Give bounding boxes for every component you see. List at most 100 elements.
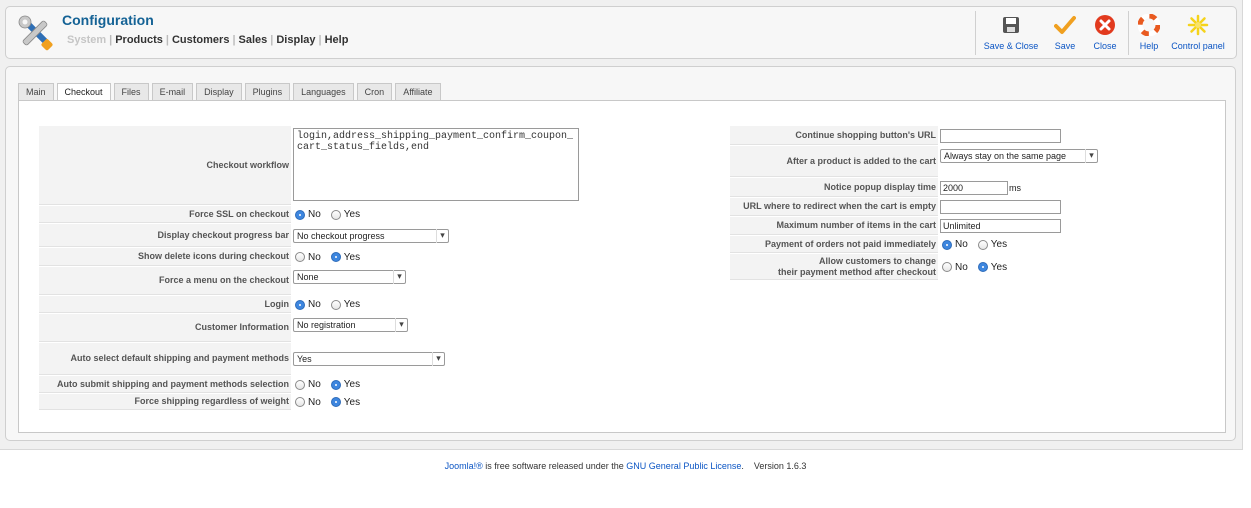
menu-item-sales[interactable]: Sales: [236, 34, 271, 46]
footer-text-2: .: [741, 461, 744, 471]
redirect-empty-input[interactable]: [940, 200, 1061, 214]
tab-display[interactable]: Display: [196, 83, 242, 100]
delete-icons-no-label: No: [308, 251, 321, 263]
force-shipping-no-label: No: [308, 396, 321, 408]
change-payment-yes-label: Yes: [990, 261, 1008, 273]
payment-not-paid-yes-radio[interactable]: [977, 239, 988, 250]
auto-submit-no-label: No: [308, 379, 321, 390]
force-ssl-no-label: No: [308, 209, 321, 220]
control-panel-icon: [1187, 14, 1209, 36]
save-close-label: Save & Close: [983, 41, 1039, 51]
tab-affiliate[interactable]: Affiliate: [395, 83, 441, 100]
top-menu: System | Products | Customers | Sales | Display |…: [64, 34, 351, 46]
tab-email[interactable]: E-mail: [151, 83, 194, 100]
force-menu-label: Force a menu on the checkout: [39, 267, 291, 295]
close-button[interactable]: Close: [1084, 11, 1126, 55]
payment-not-paid-no-radio[interactable]: [942, 239, 952, 250]
force-shipping-no-radio[interactable]: [295, 397, 305, 407]
row-checkout-workflow: Checkout workflow login,address_shipping…: [39, 126, 579, 205]
row-delete-icons: Show delete icons during checkout No Yes: [39, 248, 545, 266]
menu-item-help[interactable]: Help: [322, 34, 352, 46]
header: Configuration System | Products | Customers |…: [5, 6, 1237, 59]
tab-main[interactable]: Main: [18, 83, 54, 100]
floppy-disk-icon: [1000, 14, 1022, 36]
login-no-radio[interactable]: [295, 299, 305, 310]
login-yes-radio[interactable]: [330, 299, 341, 310]
customer-info-select[interactable]: No registration: [293, 318, 408, 332]
save-button[interactable]: Save: [1046, 11, 1084, 55]
auto-select-label: Auto select default shipping and payment…: [39, 343, 291, 375]
force-ssl-no-radio[interactable]: [295, 209, 305, 220]
tab-plugins[interactable]: Plugins: [244, 83, 291, 100]
change-payment-label-line2: their payment method after checkout: [777, 266, 936, 277]
row-auto-select: Auto select default shipping and payment…: [39, 343, 545, 375]
footer: Joomla!® is free software released under…: [0, 461, 1251, 471]
payment-not-paid-no-label: No: [955, 239, 968, 250]
row-redirect-empty: URL where to redirect when the cart is e…: [730, 198, 1130, 216]
continue-shopping-label: Continue shopping button's URL: [730, 126, 938, 145]
popup-time-input[interactable]: 2000: [940, 180, 1008, 195]
close-label: Close: [1093, 41, 1117, 51]
row-payment-not-paid: Payment of orders not paid immediately N…: [730, 236, 1130, 253]
auto-submit-yes-label: Yes: [343, 379, 361, 390]
menu-item-system: System: [67, 34, 107, 46]
delete-icons-no-radio[interactable]: [295, 252, 305, 262]
force-shipping-yes-label: Yes: [343, 396, 361, 408]
progress-bar-select[interactable]: No checkout progress: [293, 228, 449, 243]
row-popup-time: Notice popup display time 2000 ms: [730, 178, 1130, 197]
tab-cron[interactable]: Cron: [356, 83, 393, 100]
control-panel-button[interactable]: Control panel: [1167, 11, 1229, 55]
change-payment-no-radio[interactable]: [942, 262, 952, 272]
save-close-button[interactable]: Save & Close: [976, 11, 1046, 55]
checkout-workflow-label: Checkout workflow: [39, 126, 291, 205]
auto-submit-no-radio[interactable]: [295, 379, 305, 390]
row-auto-submit: Auto submit shipping and payment methods…: [39, 376, 545, 393]
after-add-select[interactable]: Always stay on the same page: [940, 149, 1098, 163]
row-force-menu: Force a menu on the checkout None: [39, 267, 545, 295]
auto-submit-yes-radio[interactable]: [330, 379, 341, 390]
max-items-input[interactable]: Unlimited: [940, 219, 1061, 233]
tab-files[interactable]: Files: [113, 83, 149, 100]
checkout-tab-content: Checkout workflow login,address_shipping…: [18, 100, 1226, 433]
joomla-link[interactable]: Joomla!®: [445, 461, 483, 471]
help-button[interactable]: Help: [1131, 11, 1167, 55]
menu-item-customers[interactable]: Customers: [169, 34, 232, 46]
login-yes-label: Yes: [343, 299, 361, 310]
tab-languages[interactable]: Languages: [293, 83, 354, 100]
page-background: Configuration System | Products | Customers |…: [0, 0, 1243, 450]
row-force-ssl: Force SSL on checkout No Yes: [39, 206, 545, 223]
row-max-items: Maximum number of items in the cart Unli…: [730, 217, 1130, 235]
row-login: Login No Yes: [39, 296, 545, 313]
login-no-label: No: [308, 299, 321, 310]
help-label: Help: [1139, 41, 1159, 51]
gpl-license-link[interactable]: GNU General Public License: [626, 461, 741, 471]
continue-shopping-input[interactable]: [940, 128, 1061, 143]
customer-info-label: Customer Information: [39, 314, 291, 342]
row-force-shipping: Force shipping regardless of weight No Y…: [39, 394, 545, 410]
change-payment-yes-radio[interactable]: [977, 262, 988, 272]
login-label: Login: [39, 296, 291, 313]
force-menu-select[interactable]: None: [293, 270, 406, 284]
progress-bar-label: Display checkout progress bar: [39, 224, 291, 247]
delete-icons-yes-radio[interactable]: [330, 252, 341, 262]
tab-checkout[interactable]: Checkout: [56, 83, 111, 101]
auto-submit-label: Auto submit shipping and payment methods…: [39, 376, 291, 393]
save-label: Save: [1054, 41, 1076, 51]
toolbar-divider: [1128, 11, 1129, 55]
delete-icons-yes-label: Yes: [343, 251, 361, 263]
force-shipping-label: Force shipping regardless of weight: [39, 394, 291, 410]
lifebuoy-icon: [1138, 14, 1160, 36]
row-progress-bar: Display checkout progress bar No checkou…: [39, 224, 545, 247]
checkout-workflow-textarea[interactable]: login,address_shipping_payment_confirm_c…: [293, 128, 579, 201]
delete-icons-label: Show delete icons during checkout: [39, 248, 291, 266]
menu-item-display[interactable]: Display: [273, 34, 318, 46]
auto-select-select[interactable]: Yes: [293, 352, 445, 366]
row-change-payment: Allow customers to change their payment …: [730, 254, 1130, 280]
config-panel: Main Checkout Files E-mail Display Plugi…: [5, 66, 1236, 441]
payment-not-paid-yes-label: Yes: [990, 239, 1008, 250]
max-items-label: Maximum number of items in the cart: [730, 217, 938, 235]
force-ssl-yes-radio[interactable]: [330, 209, 341, 220]
force-shipping-yes-radio[interactable]: [330, 397, 341, 407]
menu-item-products[interactable]: Products: [112, 34, 166, 46]
row-continue-shopping: Continue shopping button's URL: [730, 126, 1130, 145]
